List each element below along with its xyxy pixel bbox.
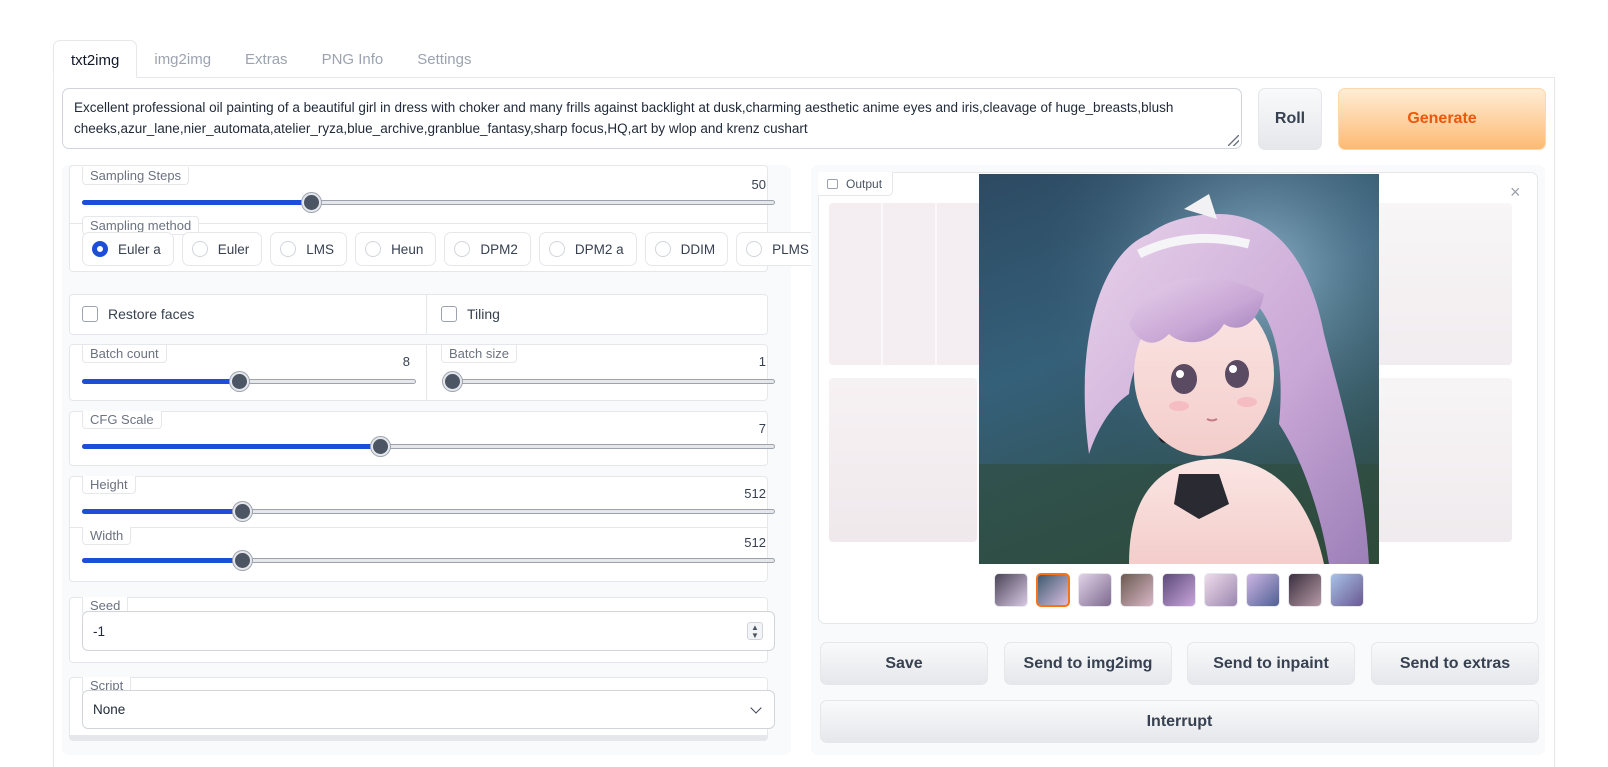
thumbnail[interactable]	[1288, 573, 1322, 607]
radio-dpm2-a[interactable]: DPM2 a	[538, 232, 637, 266]
prompt-textarea[interactable]: Excellent professional oil painting of a…	[62, 88, 1242, 149]
divider	[426, 344, 427, 401]
batch-count-label: Batch count	[82, 345, 167, 363]
generated-image[interactable]	[979, 174, 1379, 564]
radio-dot	[454, 241, 471, 257]
close-icon[interactable]: ×	[1510, 183, 1521, 201]
radio-euler[interactable]: Euler	[181, 232, 263, 266]
seed-value: -1	[93, 623, 106, 639]
script-select[interactable]: None	[82, 690, 775, 729]
divider	[69, 527, 768, 528]
height-slider[interactable]	[82, 502, 775, 521]
seed-input[interactable]: -1 ▲ ▼	[82, 611, 775, 651]
send-to-inpaint-button[interactable]: Send to inpaint	[1187, 642, 1355, 685]
batch-count-slider[interactable]	[82, 372, 416, 391]
radio-heun[interactable]: Heun	[355, 232, 437, 266]
height-label: Height	[82, 476, 136, 494]
radio-dot	[548, 241, 565, 257]
cfg-scale-slider[interactable]	[82, 437, 775, 456]
tab-extras[interactable]: Extras	[228, 40, 305, 78]
radio-dot	[746, 241, 763, 257]
tab-png-info[interactable]: PNG Info	[305, 40, 401, 78]
radio-lms[interactable]: LMS	[270, 232, 348, 266]
send-to-img2img-button[interactable]: Send to img2img	[1004, 642, 1172, 685]
thumbnail[interactable]	[1162, 573, 1196, 607]
send-to-extras-button[interactable]: Send to extras	[1371, 642, 1539, 685]
width-label: Width	[82, 527, 132, 545]
thumbnail[interactable]	[1120, 573, 1154, 607]
interrupt-button[interactable]: Interrupt	[820, 700, 1539, 743]
radio-dot	[191, 241, 208, 257]
divider	[426, 294, 427, 335]
sampling-method-radios: Euler a Euler LMS Heun DPM2 DPM2 a DDIM …	[82, 232, 822, 266]
radio-ddim[interactable]: DDIM	[644, 232, 729, 266]
slider-thumb[interactable]	[371, 437, 391, 456]
main-tabs: txt2img img2img Extras PNG Info Settings	[53, 40, 488, 78]
checkbox-box	[82, 306, 98, 322]
batch-size-slider[interactable]	[443, 372, 775, 391]
ghost-thumbnail	[1376, 378, 1512, 542]
radio-plms[interactable]: PLMS	[736, 232, 822, 266]
slider-thumb[interactable]	[232, 551, 252, 570]
generate-button[interactable]: Generate	[1338, 88, 1546, 150]
roll-button[interactable]: Roll	[1258, 88, 1322, 150]
save-button[interactable]: Save	[820, 642, 988, 685]
restore-faces-checkbox[interactable]: Restore faces	[82, 306, 194, 322]
thumbnail[interactable]	[1330, 573, 1364, 607]
ghost-thumbnail	[829, 378, 977, 542]
batch-size-label: Batch size	[441, 345, 517, 363]
thumbnail-strip	[994, 573, 1364, 607]
thumbnail[interactable]	[1246, 573, 1280, 607]
ghost-thumbnail-grid	[829, 203, 989, 365]
number-spinner-icon[interactable]: ▲ ▼	[747, 622, 763, 640]
slider-thumb[interactable]	[230, 372, 250, 391]
radio-dot	[280, 241, 297, 257]
tab-txt2img[interactable]: txt2img	[53, 40, 138, 78]
radio-dot	[92, 241, 108, 257]
prompt-line-2: cheeks,azur_lane,nier_automata,atelier_r…	[74, 120, 808, 136]
height-value[interactable]: 512	[700, 486, 766, 501]
batch-count-value[interactable]: 8	[360, 354, 410, 369]
radio-dot	[365, 241, 382, 257]
sampling-steps-label: Sampling Steps	[82, 167, 190, 185]
prompt-line-1: Excellent professional oil painting of a…	[74, 100, 1174, 115]
batch-block	[69, 344, 768, 401]
thumbnail-selected[interactable]	[1036, 573, 1070, 607]
tab-settings[interactable]: Settings	[400, 40, 488, 78]
width-slider[interactable]	[82, 551, 775, 570]
slider-thumb[interactable]	[232, 502, 252, 521]
script-selected-value: None	[93, 702, 126, 717]
width-value[interactable]: 512	[700, 535, 766, 550]
image-icon	[827, 179, 838, 189]
slider-thumb[interactable]	[443, 372, 462, 391]
sampling-steps-value[interactable]: 50	[700, 177, 766, 192]
sampling-steps-slider[interactable]	[82, 193, 775, 212]
anime-girl-illustration	[979, 174, 1379, 564]
thumbnail[interactable]	[1078, 573, 1112, 607]
output-label: Output	[818, 172, 894, 196]
app-root: txt2img img2img Extras PNG Info Settings…	[0, 0, 1608, 767]
chevron-down-icon	[750, 702, 762, 714]
checkbox-box	[441, 306, 457, 322]
thumbnail[interactable]	[1204, 573, 1238, 607]
radio-dpm2[interactable]: DPM2	[444, 232, 531, 266]
cfg-block	[69, 411, 768, 466]
dimensions-block	[69, 476, 768, 582]
tab-img2img[interactable]: img2img	[137, 40, 228, 78]
slider-thumb[interactable]	[302, 193, 322, 212]
resize-handle-icon[interactable]	[1228, 135, 1239, 146]
batch-size-value[interactable]: 1	[716, 354, 766, 369]
ghost-thumbnail	[1376, 203, 1512, 365]
thumbnail[interactable]	[994, 573, 1028, 607]
radio-dot	[654, 241, 671, 257]
radio-euler-a[interactable]: Euler a	[82, 232, 174, 266]
tiling-checkbox[interactable]: Tiling	[441, 306, 500, 322]
cfg-scale-value[interactable]: 7	[716, 421, 766, 436]
cfg-scale-label: CFG Scale	[82, 411, 162, 429]
